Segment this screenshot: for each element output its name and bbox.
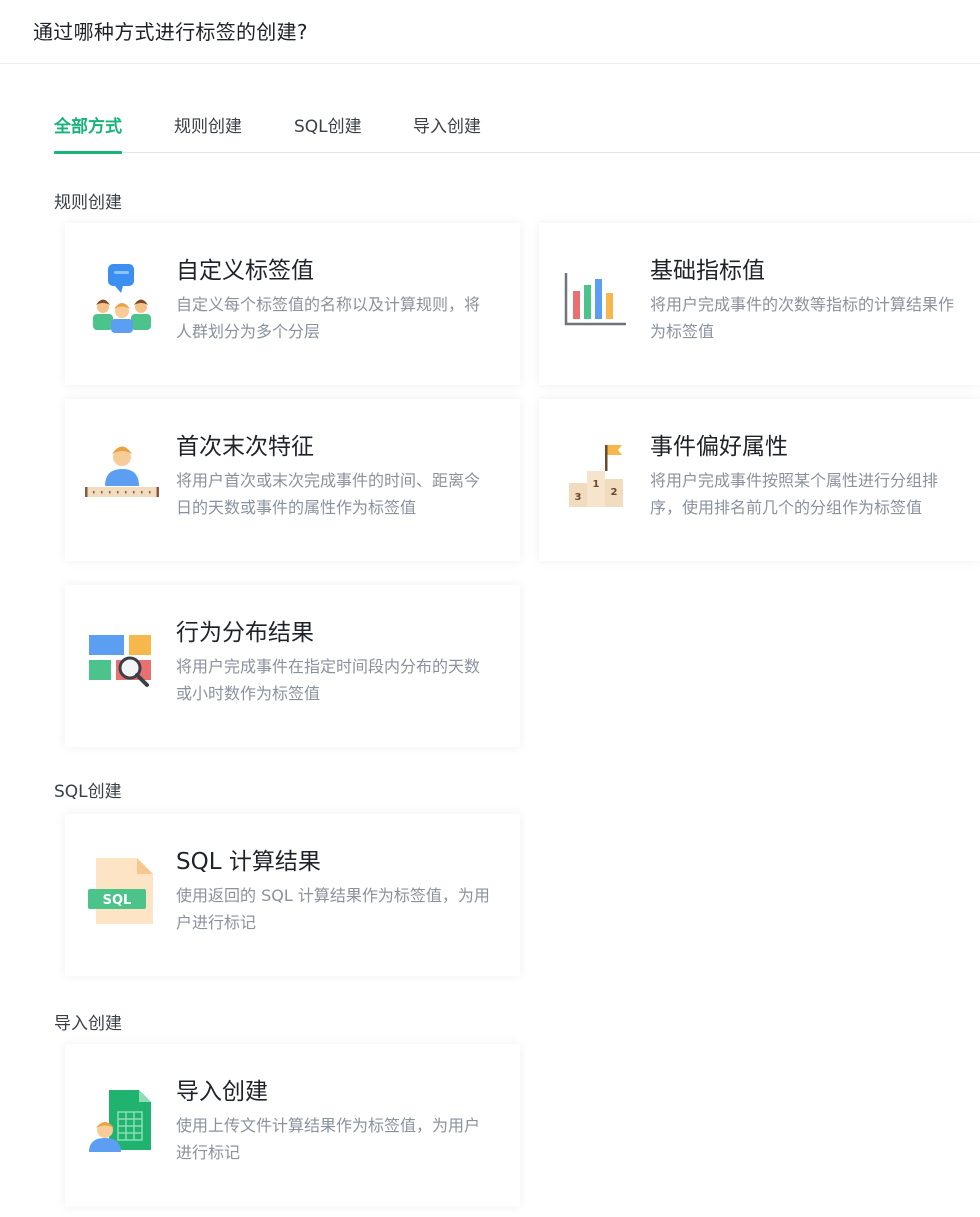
card-first-last-feature[interactable]: 首次末次特征 将用户首次或末次完成事件的时间、距离今日的天数或事件的属性作为标签… <box>65 399 520 561</box>
card-description: 将用户完成事件的次数等指标的计算结果作为标签值 <box>650 295 955 341</box>
card-description: 使用上传文件计算结果作为标签值，为用户进行标记 <box>176 1116 481 1162</box>
card-title: 行为分布结果 <box>176 620 314 646</box>
card-basic-metric-value[interactable]: 基础指标值 将用户完成事件的次数等指标的计算结果作为标签值 <box>539 223 980 385</box>
tab-all-methods-label: 全部方式 <box>54 117 122 137</box>
podium-second-label: 2 <box>611 487 618 498</box>
person-ruler-icon <box>85 437 159 511</box>
section-title-import: 导入创建 <box>54 1014 122 1034</box>
card-event-preference-attribute[interactable]: 3 1 2 事件偏好属性 将用户完成事件按照某个属性进行分组排序，使用排名前几个… <box>539 399 980 561</box>
sql-badge-label: SQL <box>103 893 132 908</box>
people-group-icon <box>85 261 159 335</box>
page-title: 通过哪种方式进行标签的创建? <box>33 20 308 44</box>
card-title: 首次末次特征 <box>176 434 314 460</box>
section-title-rule: 规则创建 <box>54 193 122 213</box>
podium-flag-icon: 3 1 2 <box>559 437 633 511</box>
page-header: 通过哪种方式进行标签的创建? <box>0 0 980 64</box>
card-title: SQL 计算结果 <box>176 849 321 875</box>
tab-all-methods[interactable]: 全部方式 <box>54 112 122 154</box>
card-import-create[interactable]: 导入创建 使用上传文件计算结果作为标签值，为用户进行标记 <box>65 1044 520 1206</box>
card-behavior-distribution[interactable]: 行为分布结果 将用户完成事件在指定时间段内分布的天数或小时数作为标签值 <box>65 585 520 747</box>
card-title: 导入创建 <box>176 1079 268 1105</box>
tab-rule-create[interactable]: 规则创建 <box>174 112 242 153</box>
sql-file-icon: SQL <box>85 852 159 926</box>
active-tab-indicator <box>54 151 122 154</box>
tab-import-create[interactable]: 导入创建 <box>413 112 481 153</box>
podium-first-label: 1 <box>593 479 600 490</box>
card-title: 基础指标值 <box>650 258 765 284</box>
card-description: 将用户完成事件在指定时间段内分布的天数或小时数作为标签值 <box>176 657 481 703</box>
card-sql-result[interactable]: SQL SQL 计算结果 使用返回的 SQL 计算结果作为标签值，为用户进行标记 <box>65 814 520 976</box>
method-tabs: 全部方式 规则创建 SQL创建 导入创建 <box>54 110 980 154</box>
card-description: 将用户首次或末次完成事件的时间、距离今日的天数或事件的属性作为标签值 <box>176 471 481 517</box>
card-custom-tag-value[interactable]: 自定义标签值 自定义每个标签值的名称以及计算规则，将人群划分为多个分层 <box>65 223 520 385</box>
podium-third-label: 3 <box>575 492 582 503</box>
tab-sql-create[interactable]: SQL创建 <box>294 112 362 153</box>
card-description: 自定义每个标签值的名称以及计算规则，将人群划分为多个分层 <box>176 295 481 341</box>
distribution-search-icon <box>85 623 159 697</box>
import-file-icon <box>85 1082 159 1156</box>
card-description: 将用户完成事件按照某个属性进行分组排序，使用排名前几个的分组作为标签值 <box>650 471 939 517</box>
bar-chart-icon <box>559 261 633 335</box>
card-title: 事件偏好属性 <box>650 434 788 460</box>
section-title-sql: SQL创建 <box>54 782 122 802</box>
card-description: 使用返回的 SQL 计算结果作为标签值，为用户进行标记 <box>176 886 490 932</box>
card-title: 自定义标签值 <box>176 258 314 284</box>
